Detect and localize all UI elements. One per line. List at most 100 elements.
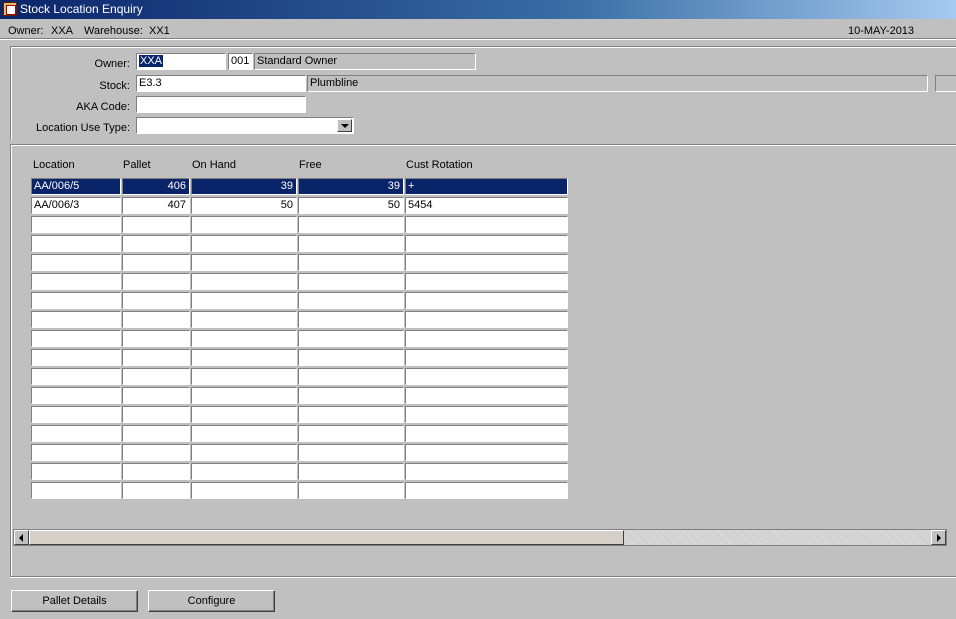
cell-free[interactable] <box>298 216 404 233</box>
cell-cust-rotation[interactable] <box>405 216 568 233</box>
cell-pallet[interactable] <box>122 235 190 252</box>
cell-on-hand[interactable] <box>191 444 297 461</box>
cell-pallet[interactable] <box>122 406 190 423</box>
cell-location[interactable] <box>31 349 121 366</box>
cell-free[interactable] <box>298 311 404 328</box>
cell-on-hand[interactable] <box>191 330 297 347</box>
cell-free[interactable] <box>298 463 404 480</box>
cell-on-hand[interactable] <box>191 216 297 233</box>
cell-free[interactable] <box>298 387 404 404</box>
cell-cust-rotation[interactable] <box>405 254 568 271</box>
cell-free[interactable] <box>298 273 404 290</box>
cell-pallet[interactable] <box>122 311 190 328</box>
cell-on-hand[interactable] <box>191 311 297 328</box>
cell-free[interactable] <box>298 425 404 442</box>
cell-cust-rotation[interactable] <box>405 349 568 366</box>
cell-free[interactable] <box>298 330 404 347</box>
cell-cust-rotation[interactable] <box>405 292 568 309</box>
cell-on-hand[interactable] <box>191 273 297 290</box>
cell-pallet[interactable] <box>122 368 190 385</box>
cell-location[interactable] <box>31 406 121 423</box>
cell-free[interactable] <box>298 349 404 366</box>
cell-free[interactable] <box>298 292 404 309</box>
cell-cust-rotation[interactable] <box>405 368 568 385</box>
cell-pallet[interactable]: 406 <box>122 178 190 195</box>
scroll-left-icon[interactable] <box>14 530 29 545</box>
cell-free[interactable]: 50 <box>298 197 404 214</box>
cell-cust-rotation[interactable] <box>405 444 568 461</box>
horizontal-scrollbar[interactable] <box>13 529 947 546</box>
app-icon[interactable] <box>3 2 17 16</box>
aka-code-field[interactable] <box>136 96 306 113</box>
cell-location[interactable] <box>31 368 121 385</box>
cell-pallet[interactable] <box>122 254 190 271</box>
cell-free[interactable] <box>298 254 404 271</box>
cell-cust-rotation[interactable] <box>405 311 568 328</box>
cell-cust-rotation[interactable]: 5454 <box>405 197 568 214</box>
cell-cust-rotation[interactable] <box>405 330 568 347</box>
cell-on-hand[interactable] <box>191 235 297 252</box>
cell-cust-rotation[interactable] <box>405 406 568 423</box>
cell-on-hand[interactable] <box>191 425 297 442</box>
scroll-right-icon[interactable] <box>931 530 946 545</box>
cell-cust-rotation[interactable] <box>405 235 568 252</box>
cell-pallet[interactable] <box>122 292 190 309</box>
cell-on-hand[interactable]: 39 <box>191 178 297 195</box>
cell-pallet[interactable] <box>122 216 190 233</box>
cell-on-hand[interactable] <box>191 368 297 385</box>
owner-field[interactable]: XXA <box>136 53 226 70</box>
cell-on-hand[interactable] <box>191 482 297 499</box>
cell-on-hand[interactable] <box>191 406 297 423</box>
cell-location[interactable] <box>31 425 121 442</box>
cell-pallet[interactable] <box>122 463 190 480</box>
cell-pallet[interactable] <box>122 273 190 290</box>
cell-free[interactable]: 39 <box>298 178 404 195</box>
pallet-details-button[interactable]: Pallet Details <box>11 590 138 612</box>
cell-on-hand[interactable] <box>191 254 297 271</box>
cell-cust-rotation[interactable]: + <box>405 178 568 195</box>
cell-on-hand[interactable] <box>191 349 297 366</box>
cell-free[interactable] <box>298 444 404 461</box>
cell-location[interactable] <box>31 482 121 499</box>
cell-on-hand[interactable] <box>191 387 297 404</box>
cell-pallet[interactable] <box>122 349 190 366</box>
dropdown-arrow-icon[interactable] <box>337 119 352 132</box>
cell-cust-rotation[interactable] <box>405 425 568 442</box>
cell-free[interactable] <box>298 406 404 423</box>
cell-location[interactable] <box>31 444 121 461</box>
cell-location[interactable] <box>31 330 121 347</box>
cell-pallet[interactable] <box>122 387 190 404</box>
cell-location[interactable]: AA/006/3 <box>31 197 121 214</box>
cell-location[interactable] <box>31 273 121 290</box>
cell-cust-rotation[interactable] <box>405 463 568 480</box>
cell-location[interactable] <box>31 387 121 404</box>
title-bar[interactable]: Stock Location Enquiry <box>0 0 956 19</box>
stock-field[interactable]: E3.3 <box>136 75 306 92</box>
location-use-type-label: Location Use Type: <box>36 122 130 134</box>
cell-cust-rotation[interactable] <box>405 482 568 499</box>
cell-cust-rotation[interactable] <box>405 387 568 404</box>
cell-free[interactable] <box>298 235 404 252</box>
scroll-thumb[interactable] <box>29 530 624 545</box>
cell-location[interactable] <box>31 235 121 252</box>
cell-location[interactable] <box>31 292 121 309</box>
cell-on-hand[interactable]: 50 <box>191 197 297 214</box>
cell-on-hand[interactable] <box>191 292 297 309</box>
cell-pallet[interactable] <box>122 444 190 461</box>
cell-on-hand[interactable] <box>191 463 297 480</box>
cell-location[interactable] <box>31 216 121 233</box>
location-use-type-select[interactable] <box>136 117 354 134</box>
configure-button[interactable]: Configure <box>148 590 275 612</box>
cell-location[interactable]: AA/006/5 <box>31 178 121 195</box>
cell-location[interactable] <box>31 254 121 271</box>
cell-pallet[interactable]: 407 <box>122 197 190 214</box>
cell-pallet[interactable] <box>122 425 190 442</box>
cell-location[interactable] <box>31 311 121 328</box>
cell-free[interactable] <box>298 482 404 499</box>
owner-code-field[interactable]: 001 <box>228 53 253 70</box>
cell-pallet[interactable] <box>122 482 190 499</box>
cell-location[interactable] <box>31 463 121 480</box>
cell-free[interactable] <box>298 368 404 385</box>
cell-pallet[interactable] <box>122 330 190 347</box>
cell-cust-rotation[interactable] <box>405 273 568 290</box>
